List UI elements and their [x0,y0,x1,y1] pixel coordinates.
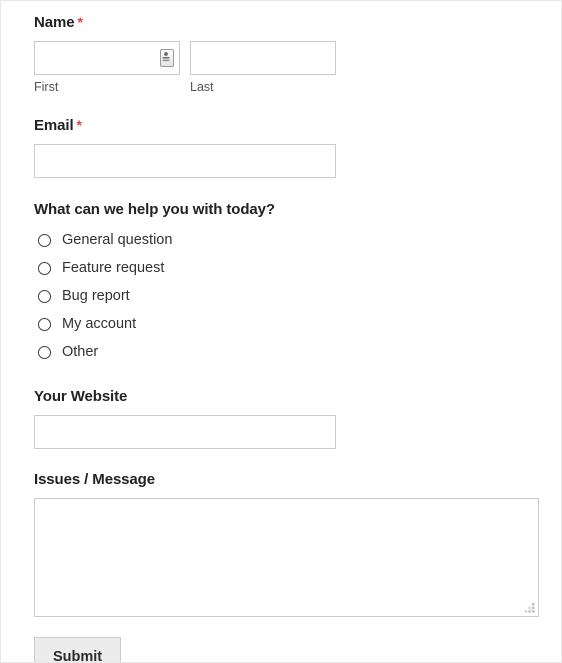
contact-form-page: Name * First Last Email * What can we he… [0,0,562,663]
name-label: Name * [34,13,561,32]
first-name-input[interactable] [34,41,180,75]
radio-circle-icon[interactable] [38,289,51,303]
website-input[interactable] [34,415,336,449]
website-field-group: Your Website [34,388,561,449]
name-field-group: Name * First Last [34,13,561,94]
message-textarea[interactable] [34,498,539,617]
radio-option-label: Feature request [62,260,165,276]
radio-option-other[interactable]: Other [34,338,561,366]
message-textarea-holder [34,498,539,617]
submit-row: Submit [34,637,561,662]
email-required-asterisk: * [76,117,82,133]
radio-option-label: Other [62,344,99,360]
message-label: Issues / Message [34,471,155,488]
radio-option-my-account[interactable]: My account [34,310,561,338]
last-name-input-holder [190,41,336,75]
radio-option-label: General question [62,232,173,248]
radio-option-feature-request[interactable]: Feature request [34,254,561,282]
contact-form: Name * First Last Email * What can we he… [1,1,561,662]
submit-button[interactable]: Submit [34,637,122,662]
topic-field-group: What can we help you with today? General… [34,201,561,366]
topic-radio-list: General question Feature request Bug rep… [34,226,561,366]
first-name-column: First [34,41,180,94]
last-name-column: Last [190,41,336,94]
website-label: Your Website [34,388,128,405]
radio-option-label: My account [62,316,137,332]
radio-circle-icon[interactable] [38,345,51,359]
email-field-group: Email * [34,116,561,178]
first-name-input-holder [34,41,180,75]
topic-label: What can we help you with today? [34,201,275,218]
last-name-sublabel: Last [190,80,214,94]
first-name-sublabel: First [34,80,59,94]
contact-card-icon[interactable] [160,49,174,67]
radio-option-label: Bug report [62,288,130,304]
last-name-input[interactable] [190,41,336,75]
radio-option-general-question[interactable]: General question [34,226,561,254]
message-field-group: Issues / Message [34,471,561,617]
radio-circle-icon[interactable] [38,261,51,275]
email-label: Email * [34,116,561,135]
radio-option-bug-report[interactable]: Bug report [34,282,561,310]
name-inputs-row: First Last [34,41,561,94]
email-label-text: Email [34,117,74,134]
radio-circle-icon[interactable] [38,317,51,331]
name-label-text: Name [34,14,75,31]
email-input[interactable] [34,144,336,178]
name-required-asterisk: * [77,14,83,30]
radio-circle-icon[interactable] [38,233,51,247]
